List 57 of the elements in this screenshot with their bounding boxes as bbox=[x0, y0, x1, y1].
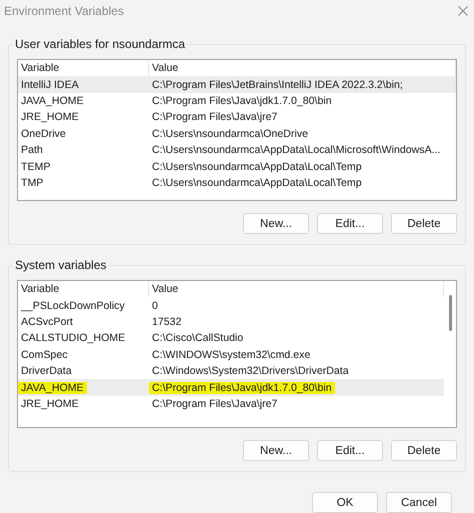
dialog-button[interactable]: Delete bbox=[391, 440, 457, 461]
variable-cell-text: JRE_HOME bbox=[20, 111, 80, 124]
value-cell-text: C:\Users\nsoundarmca\OneDrive bbox=[151, 128, 310, 140]
list-row[interactable]: __PSLockDownPolicy 0 bbox=[18, 297, 444, 314]
value-cell-text: 17532 bbox=[151, 316, 182, 328]
value-cell: C:\Program Files\Java\jdk1.7.0_80\bin bbox=[149, 382, 335, 394]
dialog-button[interactable]: Cancel bbox=[386, 492, 452, 513]
list-row[interactable]: JRE_HOME C:\Program Files\Java\jre7 bbox=[18, 109, 456, 126]
value-cell-text: C:\Program Files\Java\jdk1.7.0_80\bin bbox=[151, 94, 333, 107]
scrollbar-thumb[interactable] bbox=[448, 295, 452, 331]
list-row[interactable]: JAVA_HOME C:\Program Files\Java\jdk1.7.0_80\bin bbox=[18, 92, 456, 110]
variable-cell-text: Path bbox=[20, 144, 44, 156]
list-row[interactable]: TEMP C:\Users\nsoundarmca\AppData\Local\Temp bbox=[18, 158, 456, 175]
value-cell-text: C:\Users\nsoundarmca\AppData\Local\Temp bbox=[151, 160, 363, 173]
dialog-button[interactable]: Delete bbox=[391, 213, 457, 234]
close-icon[interactable] bbox=[458, 6, 468, 16]
list-row[interactable]: CALLSTUDIO_HOME C:\Cisco\CallStudio bbox=[18, 330, 444, 347]
list-row[interactable]: OneDrive C:\Users\nsoundarmca\OneDrive bbox=[18, 126, 456, 142]
list-row[interactable]: IntelliJ IDEA C:\Program Files\JetBrains\IntelliJ IDEA 2022.3.2\bin; bbox=[18, 76, 456, 93]
dialog-button[interactable]: New... bbox=[243, 440, 309, 461]
group-label: User variables for nsoundarmca bbox=[13, 37, 188, 51]
value-cell-text: C:\Users\nsoundarmca\AppData\Local\Temp bbox=[151, 176, 363, 189]
list-row[interactable]: DriverData C:\Windows\System32\Drivers\DriverData bbox=[18, 362, 444, 380]
variable-cell-text: ComSpec bbox=[20, 348, 69, 361]
list-row[interactable]: JAVA_HOME C:\Program Files\Java\jdk1.7.0_80\bin bbox=[18, 379, 444, 396]
dialog-button[interactable]: OK bbox=[312, 492, 378, 513]
group-label: System variables bbox=[13, 258, 108, 272]
dialog-button[interactable]: Edit... bbox=[317, 440, 383, 461]
variable-cell-text: TMP bbox=[20, 176, 44, 189]
list-row[interactable]: Path C:\Users\nsoundarmca\AppData\Local\Microsoft\WindowsA... bbox=[18, 142, 456, 158]
value-cell-text: C:\Windows\System32\Drivers\DriverData bbox=[151, 365, 350, 378]
column-header[interactable]: Variable bbox=[18, 281, 149, 298]
list-row[interactable]: JRE_HOME C:\Program Files\Java\jre7 bbox=[18, 396, 444, 412]
variable-cell: JAVA_HOME bbox=[18, 382, 87, 394]
list-row[interactable]: TMP C:\Users\nsoundarmca\AppData\Local\Temp bbox=[18, 174, 456, 192]
column-header[interactable]: Value bbox=[149, 281, 444, 298]
value-cell-text: C:\Cisco\CallStudio bbox=[151, 332, 244, 344]
value-cell-text: C:\Program Files\Java\jre7 bbox=[151, 111, 278, 124]
variable-cell-text: DriverData bbox=[20, 365, 73, 378]
variable-cell-text: ACSvcPort bbox=[20, 316, 74, 328]
variable-cell-text: __PSLockDownPolicy bbox=[20, 300, 126, 312]
list-row[interactable]: ACSvcPort 17532 bbox=[18, 314, 444, 330]
dialog-button[interactable]: Edit... bbox=[317, 213, 383, 234]
variable-cell-text: CALLSTUDIO_HOME bbox=[20, 332, 126, 344]
variable-cell-text: OneDrive bbox=[20, 128, 67, 140]
value-cell-text: C:\Users\nsoundarmca\AppData\Local\Microsoft\WindowsA... bbox=[151, 144, 442, 156]
value-cell-text: C:\Program Files\Java\jre7 bbox=[151, 398, 278, 410]
variable-cell-text: IntelliJ IDEA bbox=[20, 78, 80, 91]
dialog-button[interactable]: New... bbox=[243, 213, 309, 234]
variable-cell-text: JRE_HOME bbox=[20, 398, 80, 410]
value-cell-text: 0 bbox=[151, 300, 159, 312]
value-cell-text: C:\WINDOWS\system32\cmd.exe bbox=[151, 348, 312, 361]
variable-cell-text: JAVA_HOME bbox=[20, 94, 85, 107]
value-cell-text: C:\Program Files\JetBrains\IntelliJ IDEA 2022.3.2\bin; bbox=[151, 78, 404, 91]
window-title: Environment Variables bbox=[4, 4, 124, 18]
variable-cell-text: TEMP bbox=[20, 160, 52, 173]
list-row[interactable]: ComSpec C:\WINDOWS\system32\cmd.exe bbox=[18, 346, 444, 363]
